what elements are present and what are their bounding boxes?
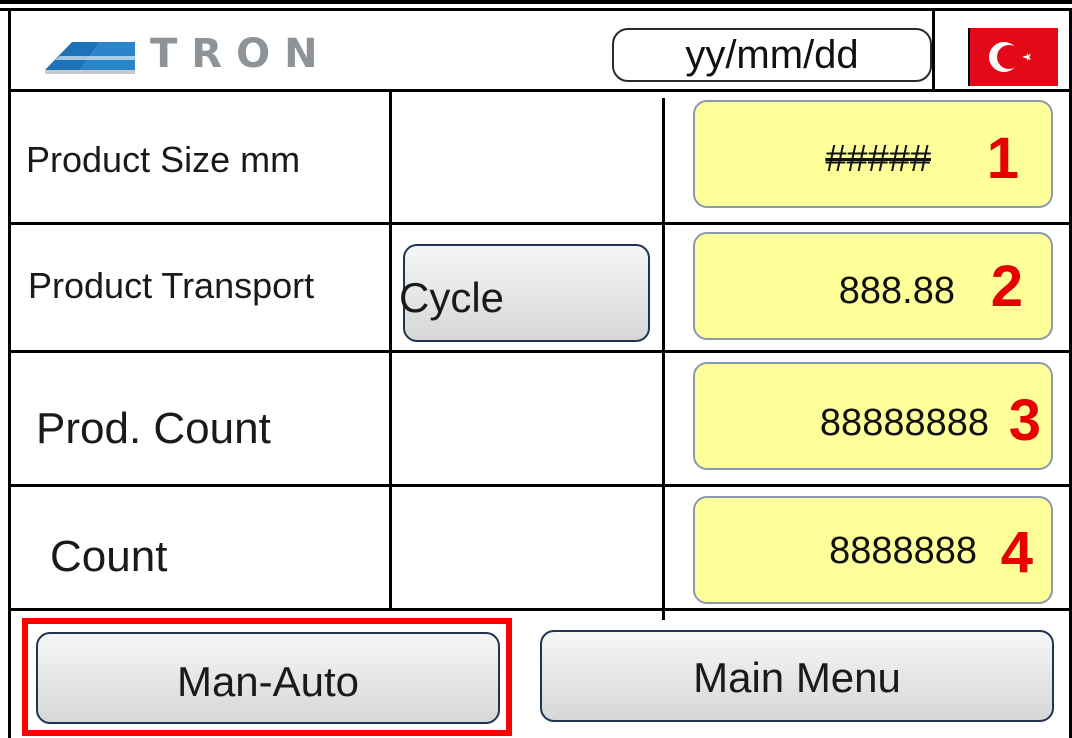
turkish-flag-icon xyxy=(989,42,1031,72)
prod-count-label: Prod. Count xyxy=(36,404,271,453)
grid-row-2 xyxy=(11,350,1069,353)
cycle-button-label: Cycle xyxy=(399,274,505,321)
count-value: 8888888 xyxy=(829,530,977,572)
marker-1: 1 xyxy=(986,126,1019,191)
grid-row-3 xyxy=(11,484,1069,487)
marker-4: 4 xyxy=(1000,520,1033,585)
grid-row-4 xyxy=(11,608,1069,611)
header-bottom-line xyxy=(11,89,1069,92)
product-size-label: Product Size mm xyxy=(26,139,301,180)
top-border xyxy=(0,0,1072,4)
man-auto-label: Man-Auto xyxy=(176,658,360,705)
language-flag-button[interactable] xyxy=(968,28,1058,86)
count-field[interactable]: 8888888 4 xyxy=(693,496,1053,604)
marker-3: 3 xyxy=(1008,388,1041,453)
product-transport-label: Product Transport xyxy=(28,265,315,306)
prod-count-value: 88888888 xyxy=(819,402,989,444)
date-field[interactable]: yy/mm/dd xyxy=(612,28,932,82)
marker-2: 2 xyxy=(990,254,1023,319)
main-menu-label: Main Menu xyxy=(693,654,901,701)
product-transport-value: 888.88 xyxy=(838,270,955,312)
product-transport-field[interactable]: 888.88 2 xyxy=(693,232,1053,340)
main-menu-button[interactable]: Main Menu xyxy=(540,630,1054,722)
brand-logo: TRON xyxy=(40,30,460,76)
header-divider xyxy=(932,11,935,91)
prod-count-field[interactable]: 88888888 3 xyxy=(693,362,1053,470)
grid-col-2 xyxy=(662,98,665,620)
logo-mark-icon xyxy=(45,42,135,74)
count-label: Count xyxy=(50,532,168,581)
header-top-line xyxy=(0,8,1072,11)
product-size-value: ##### xyxy=(825,138,931,180)
man-auto-button[interactable]: Man-Auto xyxy=(36,632,500,724)
left-border xyxy=(8,8,11,738)
logo-text: TRON xyxy=(150,31,332,77)
grid-row-1 xyxy=(11,222,1069,225)
cycle-button[interactable]: Cycle xyxy=(399,244,650,342)
product-size-field[interactable]: ##### 1 xyxy=(693,100,1053,208)
